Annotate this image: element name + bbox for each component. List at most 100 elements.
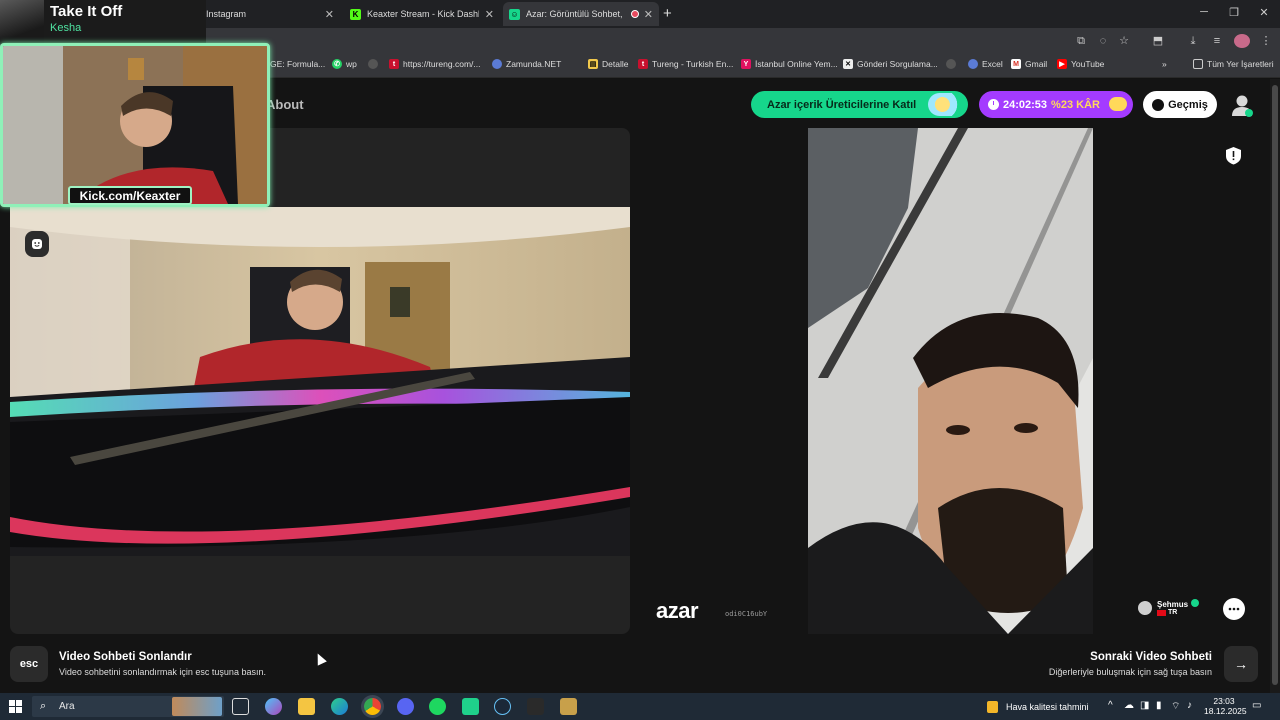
app-icon[interactable] xyxy=(527,698,544,715)
azar-logo: azar xyxy=(656,598,699,623)
download-icon[interactable]: ⤓ xyxy=(1186,34,1200,48)
media-control-icon[interactable]: ≡ xyxy=(1210,34,1224,48)
peer-video xyxy=(808,128,1093,634)
history-button[interactable]: Geçmiş xyxy=(1143,91,1217,118)
bookmark-wp[interactable]: ✆ wp xyxy=(332,59,357,69)
history-icon xyxy=(1152,98,1165,111)
join-creators-button[interactable]: Azar içerik Üreticilerine Katıl xyxy=(751,91,968,118)
tab-instagram[interactable]: Instagram ✕ xyxy=(200,2,340,26)
bookmark-tureng-url[interactable]: t https://tureng.com/... xyxy=(389,59,480,69)
bookmark-zamunda[interactable]: Zamunda.NET xyxy=(492,59,561,69)
chat-button[interactable] xyxy=(1223,598,1245,620)
bookmark-excel[interactable]: Excel xyxy=(968,59,1003,69)
peer-name: Şehmus xyxy=(1157,600,1189,609)
menu-icon[interactable]: ⋮ xyxy=(1259,34,1273,48)
close-tab-icon[interactable]: ✕ xyxy=(325,8,334,21)
tab-label: Instagram xyxy=(206,9,247,19)
bookmark-gmail[interactable]: M Gmail xyxy=(1011,59,1047,69)
app-icon[interactable] xyxy=(462,698,479,715)
promo-timer-button[interactable]: 24:02:53 %23 KÂR xyxy=(979,91,1133,118)
spotify-icon[interactable] xyxy=(429,698,446,715)
task-view-icon[interactable] xyxy=(232,698,249,715)
peer-text: Şehmus TR xyxy=(1157,599,1200,616)
discord-icon[interactable] xyxy=(397,698,414,715)
close-tab-icon[interactable]: ✕ xyxy=(485,8,494,21)
end-chat-description: Video sohbetini sonlandırmak için esc tu… xyxy=(59,667,266,677)
discount-label: %23 KÂR xyxy=(1051,98,1100,111)
esc-end-chat-button[interactable]: esc xyxy=(10,646,48,682)
bookmark-tureng[interactable]: t Tureng - Turkish En... xyxy=(638,59,733,69)
face-sticker-icon xyxy=(32,239,42,249)
bookmark-label: Zamunda.NET xyxy=(506,59,562,69)
channel-url-label: Kick.com/Keaxter xyxy=(68,186,192,205)
more-bookmarks-icon[interactable]: » xyxy=(1162,59,1167,69)
bookmark-star-icon[interactable]: ☆ xyxy=(1117,34,1131,48)
tray-expand-icon[interactable]: ^ xyxy=(1108,700,1113,711)
sticker-button[interactable] xyxy=(25,231,49,257)
chrome-icon[interactable] xyxy=(364,698,381,715)
tab-kick-dashboard[interactable]: K Keaxter Stream - Kick Dashboard ✕ xyxy=(344,2,500,26)
bookmark-globe[interactable] xyxy=(368,59,382,69)
next-chat-button[interactable]: → xyxy=(1224,646,1258,682)
app-icon[interactable] xyxy=(560,698,577,715)
search-icon: ⌕ xyxy=(40,700,47,712)
weather-label: Hava kalitesi tahmini xyxy=(1006,702,1089,712)
page-scrollbar[interactable] xyxy=(1270,79,1280,693)
join-creators-label: Azar içerik Üreticilerine Katıl xyxy=(767,98,917,111)
bookmark-gonderi[interactable]: ✕ Gönderi Sorgulama... xyxy=(843,59,938,69)
clock-icon xyxy=(988,99,999,110)
peer-info[interactable]: Şehmus TR xyxy=(1138,599,1200,616)
close-tab-icon[interactable]: ✕ xyxy=(644,8,653,21)
excel-icon xyxy=(968,59,978,69)
app-tray-icon[interactable]: ◨ xyxy=(1140,700,1149,711)
system-clock[interactable]: 23:03 18.12.2025 xyxy=(1204,696,1247,716)
x-icon: ✕ xyxy=(843,59,853,69)
bookmark-yemeksepeti[interactable]: Y İstanbul Online Yem... xyxy=(741,59,838,69)
bookmark-formula[interactable]: GE: Formula... xyxy=(270,59,325,69)
scrollbar-thumb[interactable] xyxy=(1272,85,1278,685)
microphone-icon[interactable]: ▮ xyxy=(1156,700,1162,711)
copilot-icon[interactable] xyxy=(265,698,282,715)
wifi-icon[interactable]: ⌔ xyxy=(1171,700,1180,713)
minimize-icon[interactable]: ─ xyxy=(1194,6,1214,18)
new-tab-icon[interactable]: + xyxy=(663,5,672,22)
all-bookmarks[interactable]: Tüm Yer İşaretleri xyxy=(1193,59,1274,69)
peer-country: TR xyxy=(1168,609,1178,616)
restore-icon[interactable]: ❐ xyxy=(1224,6,1244,19)
extensions-icon[interactable]: ⬒ xyxy=(1151,34,1165,48)
bookmark-label: Gmail xyxy=(1025,59,1048,69)
gmail-icon: M xyxy=(1011,59,1021,69)
peer-video-frame xyxy=(808,128,1093,634)
windows-taskbar: ⌕ Ara Hava kalitesi tahmini ^ ☁ ◨ ▮ ⌔ ♪ … xyxy=(0,693,1280,720)
edge-icon[interactable] xyxy=(331,698,348,715)
report-shield-icon[interactable] xyxy=(1225,146,1242,165)
globe-icon xyxy=(492,59,502,69)
arrow-right-icon: → xyxy=(1234,656,1248,672)
bookmark-youtube[interactable]: ▶ YouTube xyxy=(1057,59,1104,69)
steam-icon[interactable] xyxy=(494,698,511,715)
account-avatar-icon[interactable] xyxy=(1229,92,1255,118)
end-chat-title: Video Sohbeti Sonlandır xyxy=(59,651,192,663)
coin-icon xyxy=(1109,97,1127,111)
next-chat-description: Diğerleriyle buluşmak için sağ tuşa bası… xyxy=(1048,667,1212,677)
volume-icon[interactable]: ♪ xyxy=(1187,700,1192,711)
close-window-icon[interactable]: ✕ xyxy=(1254,6,1274,19)
cast-icon[interactable]: ⧉ xyxy=(1074,34,1088,48)
file-explorer-icon[interactable] xyxy=(298,698,315,715)
eye-off-icon[interactable]: ◌ xyxy=(1096,34,1110,48)
windows-start-icon[interactable] xyxy=(9,700,22,713)
network-icon[interactable]: ☁ xyxy=(1124,700,1134,711)
about-link[interactable]: About xyxy=(266,97,304,112)
song-artist: Kesha xyxy=(50,22,82,34)
tab-azar[interactable]: ☺ Azar: Görüntülü Sohbet, Yeni ✕ xyxy=(503,2,659,26)
profile-icon[interactable] xyxy=(1234,34,1250,48)
bookmark-globe-2[interactable] xyxy=(946,59,960,69)
air-quality-icon xyxy=(987,701,998,713)
notifications-icon[interactable]: ▭ xyxy=(1252,700,1261,711)
bookmark-icon: ▤ xyxy=(588,59,598,69)
webcam-frame xyxy=(3,46,267,204)
next-chat-title: Sonraki Video Sohbeti xyxy=(1090,651,1212,663)
weather-widget[interactable]: Hava kalitesi tahmini xyxy=(987,701,1089,713)
bookmark-detalle[interactable]: ▤ Detalle xyxy=(588,59,628,69)
taskbar-search-box[interactable]: ⌕ Ara xyxy=(32,696,224,717)
